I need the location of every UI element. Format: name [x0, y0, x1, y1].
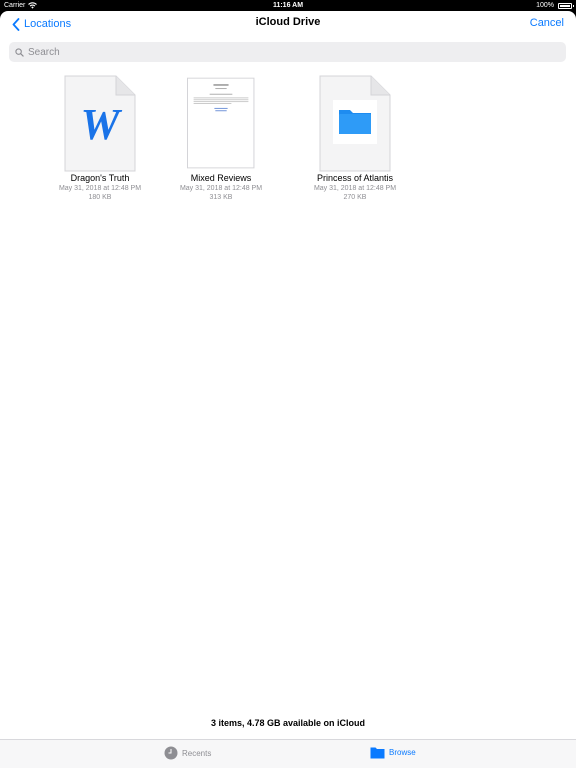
- file-size: 180 KB: [88, 194, 112, 201]
- word-doc-icon: W: [64, 75, 136, 172]
- page-title: iCloud Drive: [255, 16, 321, 28]
- file-name: Princess of Atlantis: [316, 173, 394, 183]
- svg-text:W: W: [80, 100, 122, 149]
- search-icon: [15, 47, 24, 57]
- battery-percentage: 100%: [536, 2, 554, 9]
- status-time: 11:16 AM: [272, 2, 304, 9]
- document-picker-sheet: Locations iCloud Drive Cancel W Dragon's…: [0, 11, 576, 768]
- cancel-button[interactable]: Cancel: [530, 17, 564, 29]
- tab-recents-label: Recents: [182, 748, 212, 758]
- file-name: Dragon's Truth: [70, 173, 130, 183]
- tab-bar: Recents Browse: [0, 739, 576, 768]
- file-name: Mixed Reviews: [190, 173, 252, 183]
- search-bar[interactable]: [9, 42, 566, 62]
- file-item-dragons-truth[interactable]: W Dragon's Truth May 31, 2018 at 12:48 P…: [35, 75, 165, 202]
- file-date: May 31, 2018 at 12:48 PM: [313, 185, 397, 192]
- tab-browse[interactable]: Browse: [370, 746, 416, 759]
- folder-tab-icon: [370, 747, 385, 759]
- navigation-bar: Locations iCloud Drive Cancel: [0, 11, 576, 37]
- storage-info: 3 items, 4.78 GB available on iCloud: [210, 718, 366, 728]
- status-bar: Carrier 11:16 AM 100%: [0, 0, 576, 11]
- folder-icon: [319, 75, 391, 172]
- search-input[interactable]: [28, 46, 528, 58]
- battery-tip: [573, 5, 574, 7]
- tab-browse-label: Browse: [389, 748, 416, 757]
- file-size: 270 KB: [343, 194, 367, 201]
- clock-icon: [164, 746, 178, 760]
- document-preview: [187, 77, 255, 169]
- file-item-princess-of-atlantis[interactable]: Princess of Atlantis May 31, 2018 at 12:…: [290, 75, 420, 202]
- file-date: May 31, 2018 at 12:48 PM: [58, 185, 142, 192]
- tab-recents[interactable]: Recents: [164, 746, 211, 760]
- file-date: May 31, 2018 at 12:48 PM: [179, 185, 263, 192]
- file-item-mixed-reviews[interactable]: Mixed Reviews May 31, 2018 at 12:48 PM 3…: [156, 75, 286, 202]
- file-thumbnail: [290, 75, 420, 173]
- file-thumbnail: W: [35, 75, 165, 173]
- file-thumbnail: [156, 75, 286, 173]
- battery-icon: [558, 3, 572, 9]
- file-size: 313 KB: [209, 194, 233, 201]
